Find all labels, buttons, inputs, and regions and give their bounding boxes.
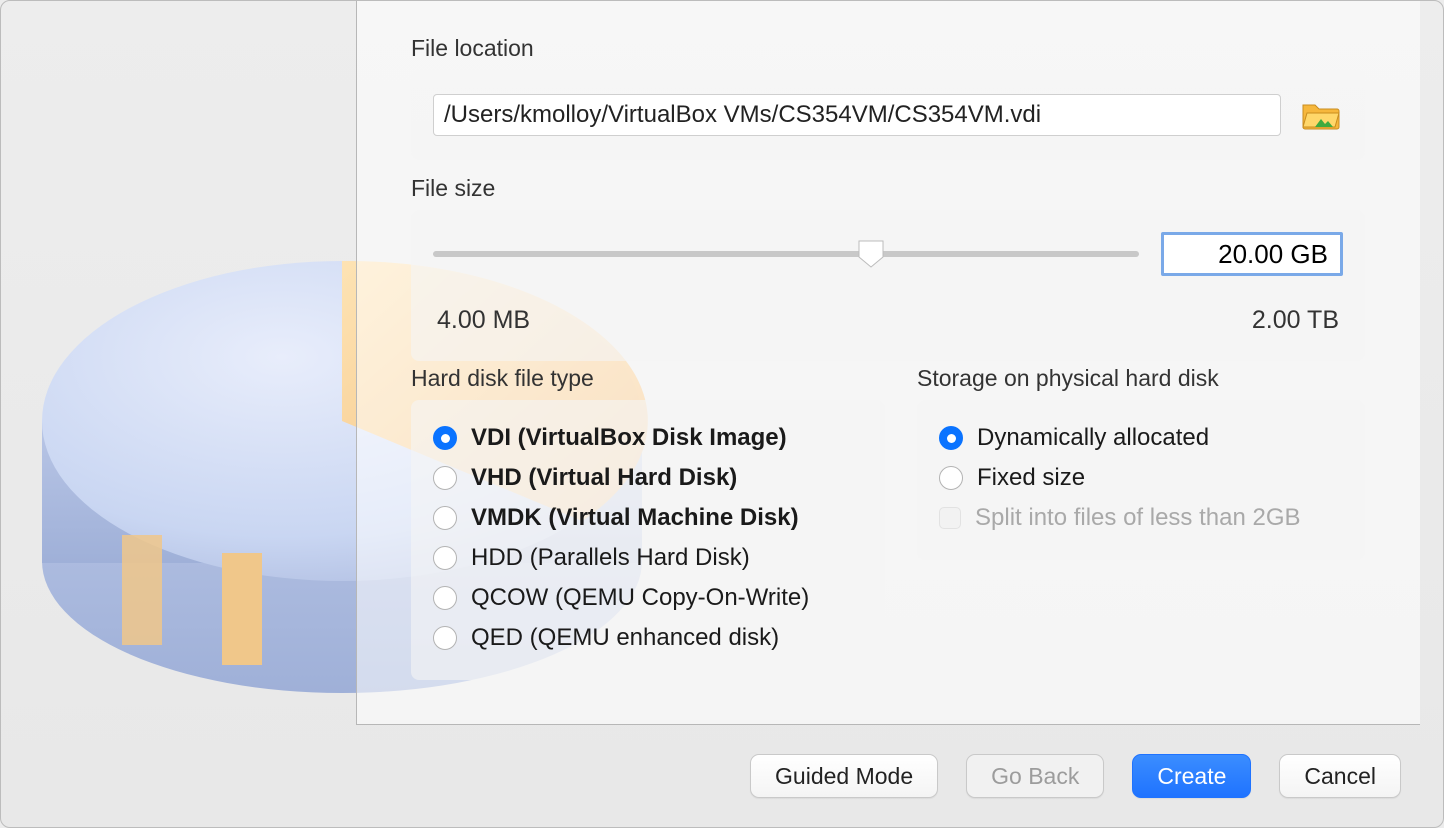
file-size-section: File size 4.00 MB 2.00 TB [411,175,1365,361]
file-type-section: Hard disk file type VDI (VirtualBox Disk… [411,365,885,680]
storage-label: Storage on physical hard disk [917,365,1365,392]
create-button[interactable]: Create [1132,754,1251,798]
storage-option-label: Dynamically allocated [977,424,1209,452]
content-panel: File location File size [356,1,1420,725]
storage-option-0[interactable]: Dynamically allocated [939,418,1343,458]
file-type-label: Hard disk file type [411,365,885,392]
storage-option-2: Split into files of less than 2GB [939,498,1343,538]
storage-group: Dynamically allocated Fixed size Split int… [917,400,1365,560]
checkbox-icon [939,507,961,529]
radio-icon [939,426,963,450]
folder-open-icon [1301,99,1341,131]
dialog-window: File location File size [0,0,1444,828]
go-back-button: Go Back [966,754,1104,798]
file-type-group: VDI (VirtualBox Disk Image) VHD (Virtual … [411,400,885,680]
file-type-option-label: VDI (VirtualBox Disk Image) [471,424,787,452]
radio-icon [433,466,457,490]
file-type-option-label: QCOW (QEMU Copy-On-Write) [471,584,809,612]
file-location-section: File location [411,35,1365,160]
file-type-option-label: QED (QEMU enhanced disk) [471,624,779,652]
file-type-option-2[interactable]: VMDK (Virtual Machine Disk) [433,498,863,538]
file-type-option-5[interactable]: QED (QEMU enhanced disk) [433,618,863,658]
file-location-group [411,70,1365,160]
radio-icon [433,506,457,530]
file-location-input[interactable] [433,94,1281,136]
file-type-option-label: HDD (Parallels Hard Disk) [471,544,750,572]
storage-section: Storage on physical hard disk Dynamicall… [917,365,1365,560]
file-size-label: File size [411,175,1365,202]
guided-mode-button[interactable]: Guided Mode [750,754,938,798]
file-size-min: 4.00 MB [437,306,530,335]
file-size-slider[interactable] [433,240,1139,268]
storage-option-label: Fixed size [977,464,1085,492]
cancel-button[interactable]: Cancel [1279,754,1401,798]
file-type-option-4[interactable]: QCOW (QEMU Copy-On-Write) [433,578,863,618]
file-type-option-1[interactable]: VHD (Virtual Hard Disk) [433,458,863,498]
file-type-option-0[interactable]: VDI (VirtualBox Disk Image) [433,418,863,458]
file-location-label: File location [411,35,1365,62]
dialog-footer: Guided Mode Go Back Create Cancel [1,725,1443,827]
file-type-option-3[interactable]: HDD (Parallels Hard Disk) [433,538,863,578]
file-type-option-label: VHD (Virtual Hard Disk) [471,464,737,492]
file-size-input[interactable] [1161,232,1343,276]
radio-icon [433,546,457,570]
browse-folder-button[interactable] [1299,96,1343,134]
storage-option-1[interactable]: Fixed size [939,458,1343,498]
file-size-group: 4.00 MB 2.00 TB [411,210,1365,361]
radio-icon [433,426,457,450]
radio-icon [433,586,457,610]
radio-icon [433,626,457,650]
storage-option-label: Split into files of less than 2GB [975,504,1301,532]
file-size-max: 2.00 TB [1252,306,1339,335]
radio-icon [939,466,963,490]
file-type-option-label: VMDK (Virtual Machine Disk) [471,504,799,532]
